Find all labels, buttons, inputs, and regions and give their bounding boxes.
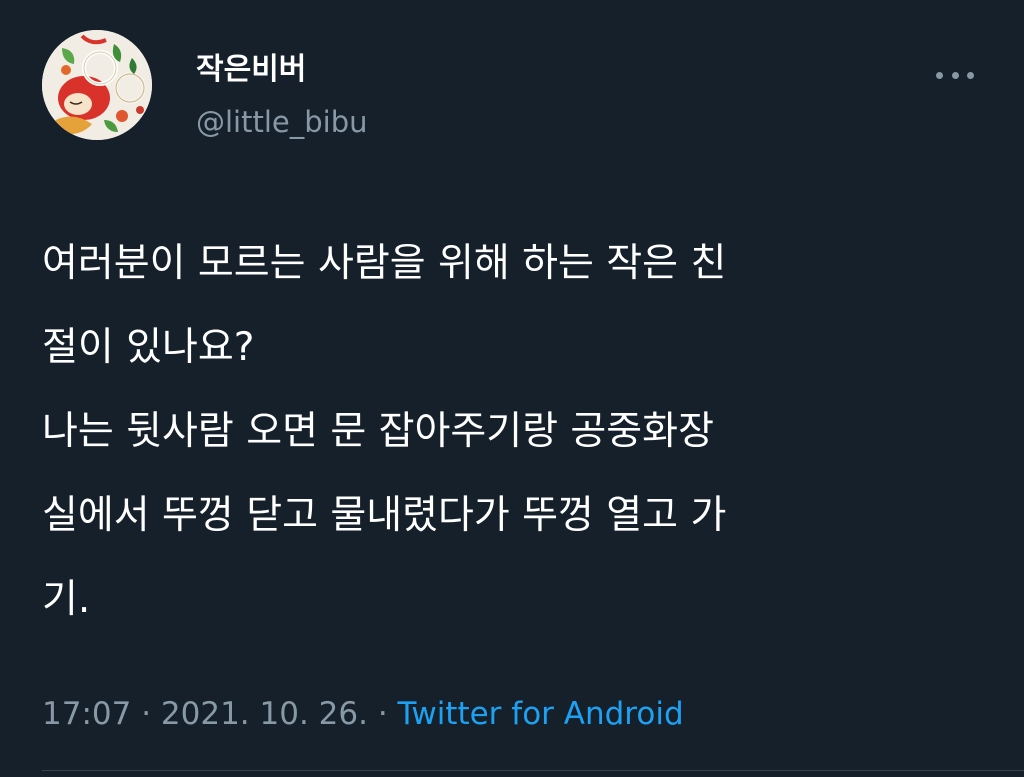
tweet-card: 작은비버 @little_bibu 여러분이 모르는 사람을 위해 하는 작은 … <box>0 0 1024 777</box>
author-handle[interactable]: @little_bibu <box>196 104 368 140</box>
tweet-text-line: 여러분이 모르는 사람을 위해 하는 작은 친 <box>42 241 727 286</box>
divider <box>42 770 1024 771</box>
meta-separator: · <box>367 696 398 732</box>
meta-separator: · <box>131 696 161 732</box>
more-options-button[interactable] <box>930 58 980 92</box>
avatar[interactable] <box>42 30 152 140</box>
tweet-text-line: 실에서 뚜껑 닫고 물내렸다가 뚜껑 열고 가 <box>42 493 727 538</box>
tweet-text-line: 기. <box>42 577 91 622</box>
tweet-metadata: 17:07 · 2021. 10. 26. · Twitter for Andr… <box>42 690 684 738</box>
avatar-illustration-icon <box>42 30 152 140</box>
author-display-name[interactable]: 작은비버 <box>196 52 306 88</box>
more-horizontal-icon <box>936 71 943 79</box>
tweet-text-line: 절이 있나요? <box>42 325 255 370</box>
tweet-time[interactable]: 17:07 <box>42 696 131 732</box>
tweet-text: 여러분이 모르는 사람을 위해 하는 작은 친 절이 있나요? 나는 뒷사람 오… <box>42 222 992 642</box>
tweet-source-link[interactable]: Twitter for Android <box>398 696 684 732</box>
tweet-date[interactable]: 2021. 10. 26. <box>161 696 368 732</box>
tweet-text-line: 나는 뒷사람 오면 문 잡아주기랑 공중화장 <box>42 409 714 454</box>
